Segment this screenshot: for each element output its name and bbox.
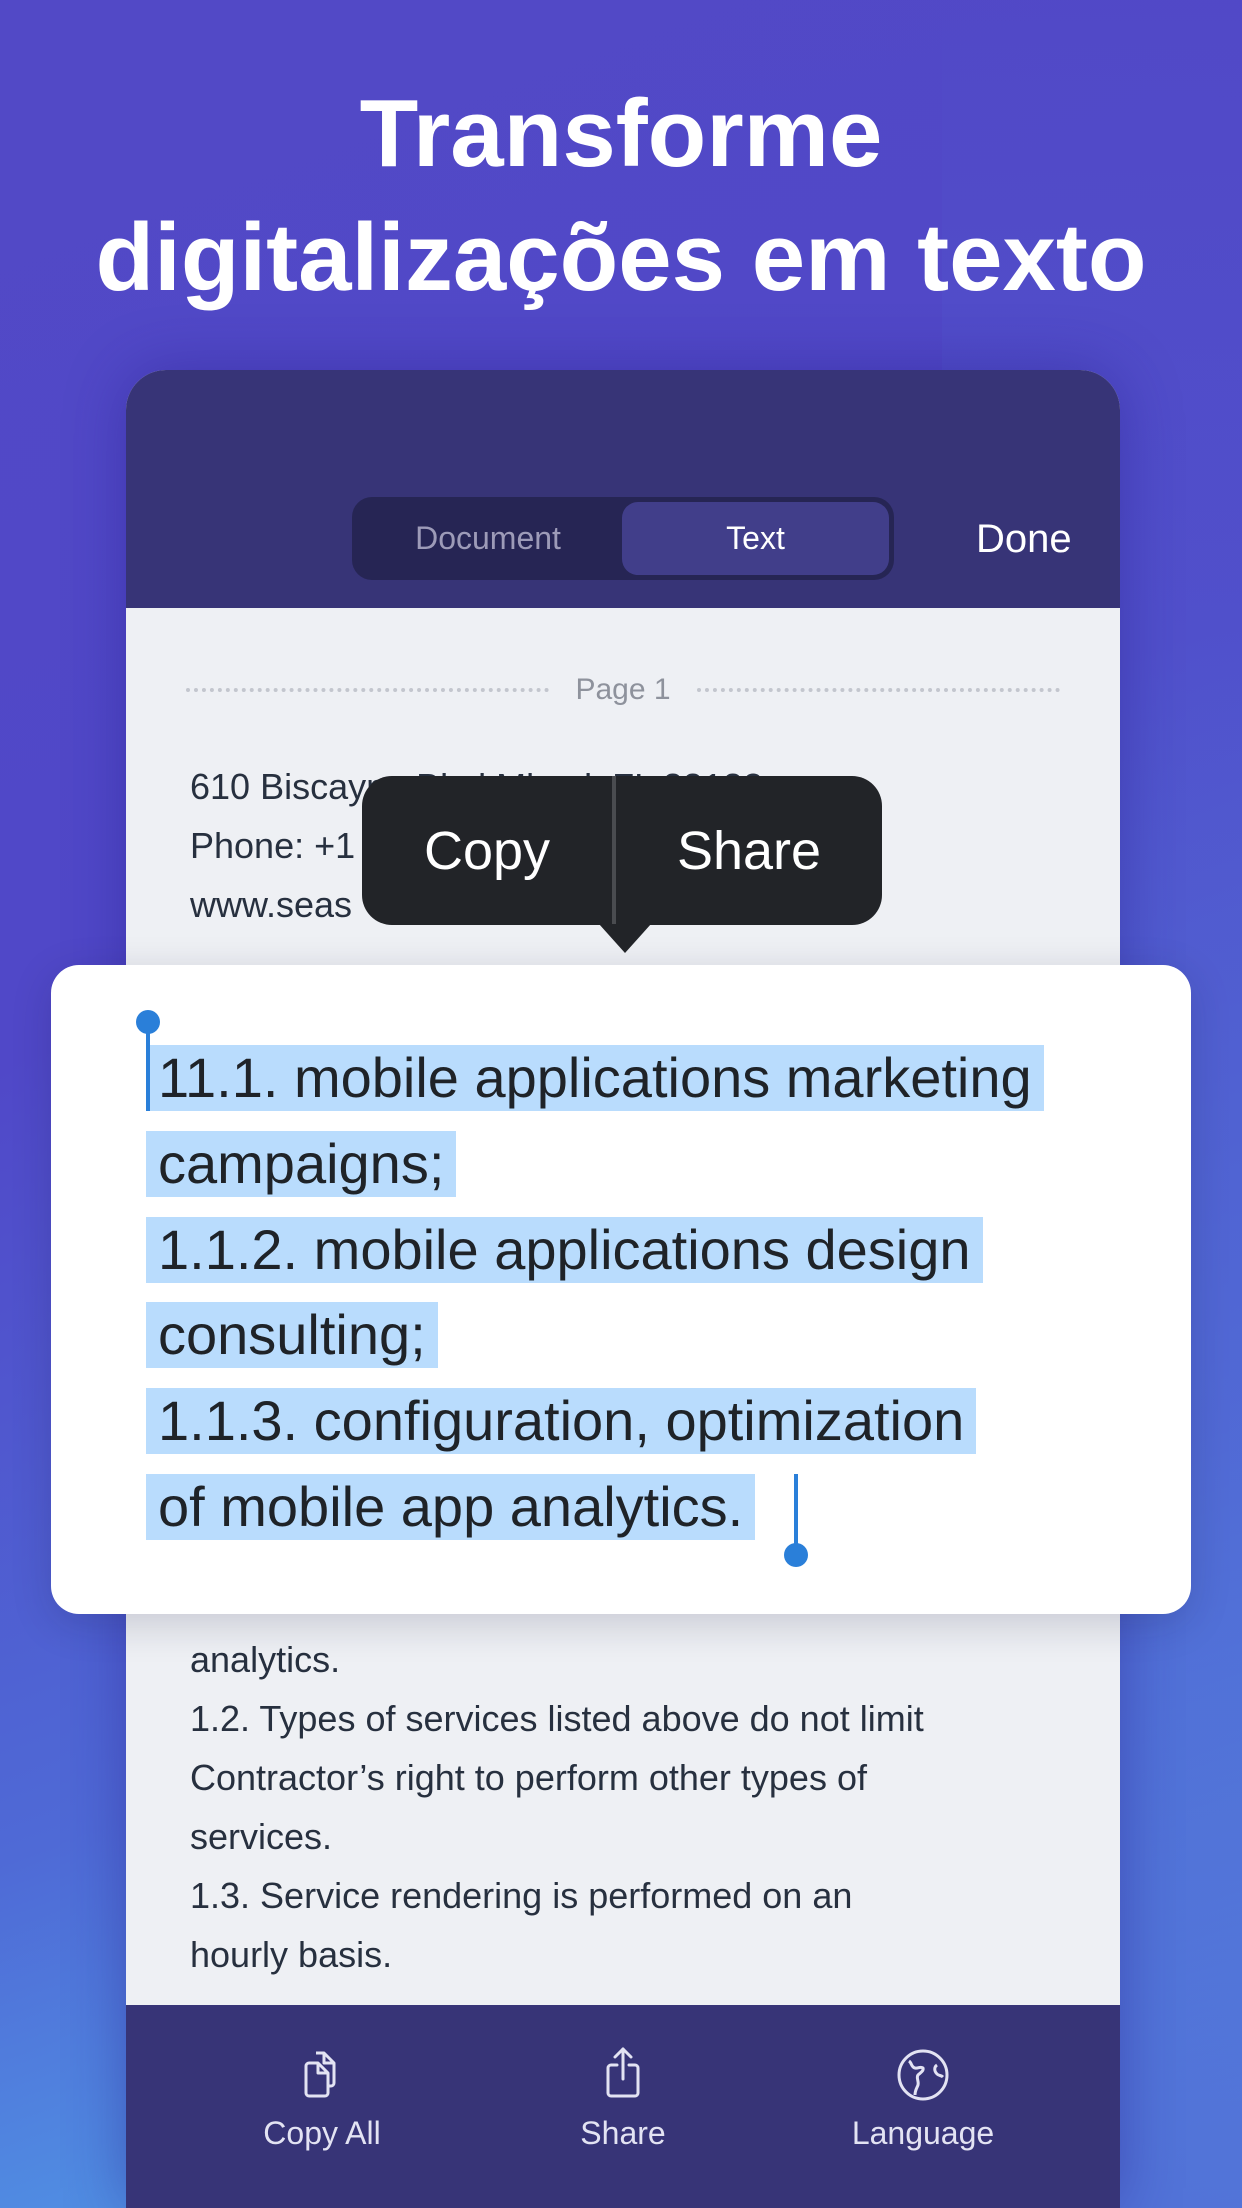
- globe-icon: [897, 2049, 949, 2101]
- selected-line: consulting;: [146, 1302, 438, 1368]
- copy-documents-icon: [304, 2051, 336, 2098]
- done-button[interactable]: Done: [976, 514, 1072, 564]
- share-label: Share: [580, 2115, 666, 2151]
- dotted-divider-left: [186, 688, 550, 692]
- segment-text[interactable]: Text: [622, 502, 889, 575]
- context-menu-arrow: [599, 924, 651, 953]
- selection-end-caret: [794, 1474, 798, 1546]
- selected-line: 1.1.2. mobile applications design: [146, 1217, 983, 1283]
- text-line: services.: [190, 1816, 333, 1857]
- selection-end-handle[interactable]: [784, 1543, 808, 1567]
- page-separator: Page 1: [186, 670, 1060, 710]
- document-text-bottom[interactable]: analytics. 1.2. Types of services listed…: [190, 1630, 924, 1984]
- selected-line: of mobile app analytics.: [146, 1474, 756, 1540]
- bottom-toolbar: Copy All Share Language: [126, 2005, 1120, 2208]
- text-line: 1.3. Service rendering is performed on a…: [190, 1875, 853, 1916]
- navigation-bar: Document Text Done: [126, 370, 1120, 608]
- selected-line: 11.1. mobile applications marketing: [146, 1045, 1044, 1111]
- page-label: Page 1: [575, 673, 671, 706]
- marketing-headline: Transforme digitalizações em texto: [0, 72, 1242, 320]
- view-mode-segmented-control: Document Text: [352, 497, 894, 580]
- language-label: Language: [851, 2115, 995, 2151]
- segment-document[interactable]: Document: [357, 502, 619, 575]
- text-line: analytics.: [190, 1639, 341, 1680]
- selected-line: 1.1.3. configuration, optimization: [146, 1388, 977, 1454]
- share-menu-item[interactable]: Share: [616, 776, 882, 925]
- headline-line-1: Transforme: [359, 80, 883, 187]
- copy-all-label: Copy All: [263, 2115, 381, 2151]
- selection-start-caret: [146, 1025, 150, 1111]
- headline-line-2: digitalizações em texto: [95, 204, 1147, 311]
- text-line: 1.2. Types of services listed above do n…: [190, 1698, 924, 1739]
- context-menu: Copy Share: [362, 776, 882, 925]
- share-button[interactable]: Share: [503, 2005, 743, 2208]
- language-button[interactable]: Language: [803, 2005, 1043, 2208]
- copy-menu-item[interactable]: Copy: [362, 776, 612, 925]
- text-line: Contractor’s right to perform other type…: [190, 1757, 867, 1798]
- text-line: hourly basis.: [190, 1934, 393, 1975]
- dotted-divider-right: [696, 688, 1060, 692]
- copy-all-button[interactable]: Copy All: [202, 2005, 442, 2208]
- selected-line: campaigns;: [146, 1131, 457, 1197]
- share-icon: [606, 2047, 640, 2098]
- selected-text-card[interactable]: 11.1. mobile applications marketing camp…: [51, 965, 1191, 1614]
